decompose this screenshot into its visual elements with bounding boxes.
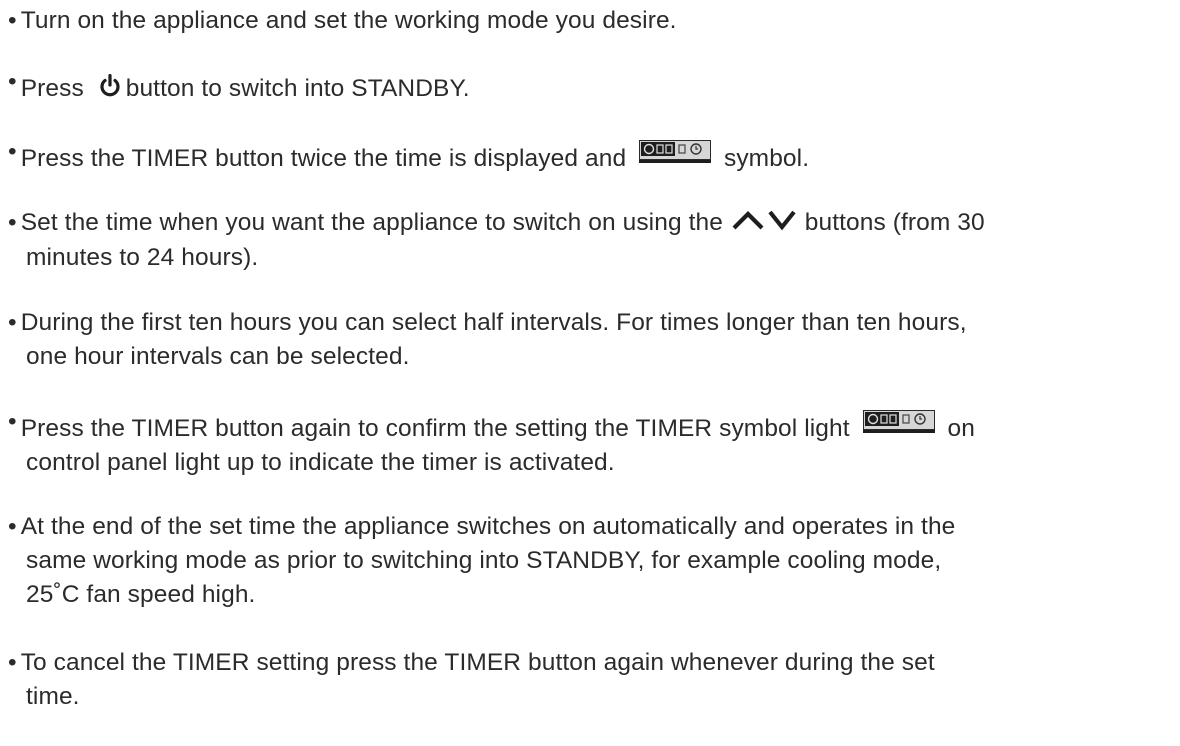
instruction-item: • During the first ten hours you can sele… xyxy=(8,306,1168,374)
instruction-text: During the first ten hours you can selec… xyxy=(20,309,967,336)
instruction-text-continued: time. xyxy=(26,683,80,710)
instruction-text: Press the TIMER button again to confirm … xyxy=(20,415,857,442)
instruction-item: • At the end of the set time the applianc… xyxy=(8,510,1168,612)
instruction-text: buttons (from 30 xyxy=(797,209,985,236)
scan-artifact xyxy=(1098,384,1160,392)
bullet: • xyxy=(8,209,17,236)
bullet: • xyxy=(8,138,17,165)
instruction-item: • Turn on the appliance and set the worki… xyxy=(8,4,1168,38)
timer-symbol-icon xyxy=(639,140,712,164)
instruction-item: • To cancel the TIMER setting press the T… xyxy=(8,646,1168,714)
timer-symbol-icon xyxy=(862,410,935,434)
instruction-text: Press xyxy=(20,75,91,102)
bullet: • xyxy=(8,513,17,540)
bullet: • xyxy=(8,649,17,676)
power-icon xyxy=(99,73,121,108)
instruction-text-continued: same working mode as prior to switching … xyxy=(26,547,942,574)
instruction-text: Turn on the appliance and set the workin… xyxy=(20,7,677,34)
instruction-text: button to switch into STANDBY. xyxy=(125,75,470,102)
instruction-text: To cancel the TIMER setting press the TI… xyxy=(20,649,935,676)
scan-artifact xyxy=(772,112,834,120)
instruction-text: Press the TIMER button twice the time is… xyxy=(20,145,634,172)
instruction-text: on xyxy=(940,415,975,442)
instruction-text: At the end of the set time the appliance… xyxy=(20,513,956,540)
instruction-item: • Press the TIMER button again to confirm… xyxy=(8,408,1168,480)
up-arrow-icon xyxy=(731,207,765,241)
instruction-item: • Press button to switch into STANDBY. xyxy=(8,68,1168,108)
bullet: • xyxy=(8,408,17,435)
instruction-text: symbol. xyxy=(717,145,810,172)
instruction-text-continued: one hour intervals can be selected. xyxy=(26,343,410,370)
instruction-item: • Set the time when you want the applianc… xyxy=(8,206,1168,275)
instruction-text-continued: control panel light up to indicate the t… xyxy=(26,449,615,476)
bullet: • xyxy=(8,68,17,95)
bullet: • xyxy=(8,7,17,34)
down-arrow-icon xyxy=(767,207,797,241)
bullet: • xyxy=(8,309,17,336)
instruction-text: Set the time when you want the appliance… xyxy=(20,209,730,236)
instruction-item: • Press the TIMER button twice the time i… xyxy=(8,138,1168,176)
instruction-text-continued: minutes to 24 hours). xyxy=(26,244,259,271)
instruction-text-continued: 25˚C fan speed high. xyxy=(26,581,256,608)
